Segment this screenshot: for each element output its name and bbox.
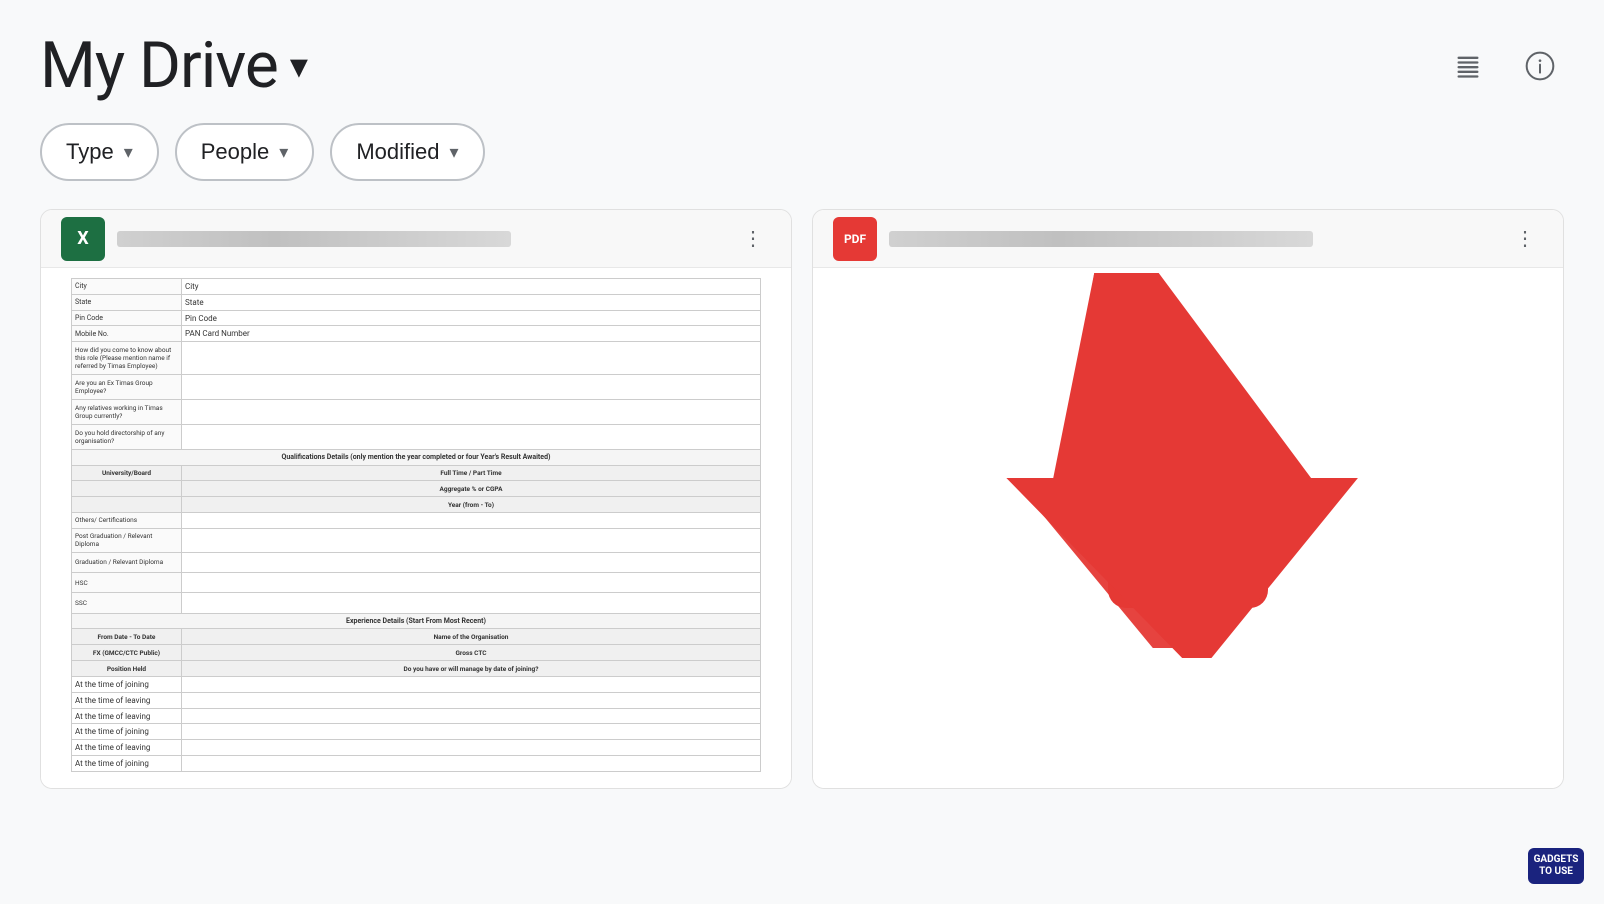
filter-bar: Type ▾ People ▾ Modified ▾ (0, 123, 1604, 209)
people-filter-chevron: ▾ (279, 142, 288, 163)
modified-filter-chevron: ▾ (449, 142, 458, 163)
excel-card-header: X ⋮ (41, 210, 791, 268)
header-icons (1444, 42, 1564, 90)
pdf-large-icon: PDF (1108, 448, 1268, 608)
page-title: My Drive (40, 28, 278, 103)
pdf-file-preview: PDF (813, 268, 1563, 788)
list-view-button[interactable] (1444, 42, 1492, 90)
pdf-card-header: PDF ⋮ (813, 210, 1563, 268)
excel-file-name-blurred (117, 231, 511, 247)
type-filter-label: Type (66, 139, 114, 165)
excel-more-button[interactable]: ⋮ (735, 221, 771, 257)
title-dropdown-arrow[interactable]: ▾ (290, 45, 308, 87)
excel-file-card[interactable]: X ⋮ City City State State (40, 209, 792, 789)
type-filter-button[interactable]: Type ▾ (40, 123, 159, 181)
pdf-file-name-area (889, 231, 1495, 247)
info-button[interactable] (1516, 42, 1564, 90)
people-filter-label: People (201, 139, 270, 165)
type-filter-chevron: ▾ (124, 142, 133, 163)
excel-icon: X (61, 217, 105, 261)
files-grid: X ⋮ City City State State (0, 209, 1604, 789)
pdf-file-card[interactable]: PDF ⋮ PDF (812, 209, 1564, 789)
pdf-more-button[interactable]: ⋮ (1507, 221, 1543, 257)
excel-file-name-area (117, 231, 723, 247)
watermark-logo: GADGETS TO USE (1528, 848, 1584, 884)
info-icon (1524, 50, 1556, 82)
title-area: My Drive ▾ (40, 28, 308, 103)
list-view-icon (1454, 52, 1482, 80)
excel-preview-table: City City State State Pin Code Pin Code … (71, 278, 761, 772)
watermark-text: GADGETS TO USE (1534, 854, 1579, 878)
modified-filter-button[interactable]: Modified ▾ (330, 123, 484, 181)
excel-file-preview: City City State State Pin Code Pin Code … (41, 268, 791, 788)
page-header: My Drive ▾ (0, 0, 1604, 123)
modified-filter-label: Modified (356, 139, 439, 165)
people-filter-button[interactable]: People ▾ (175, 123, 315, 181)
pdf-file-name-blurred (889, 231, 1313, 247)
pdf-header-icon: PDF (833, 217, 877, 261)
